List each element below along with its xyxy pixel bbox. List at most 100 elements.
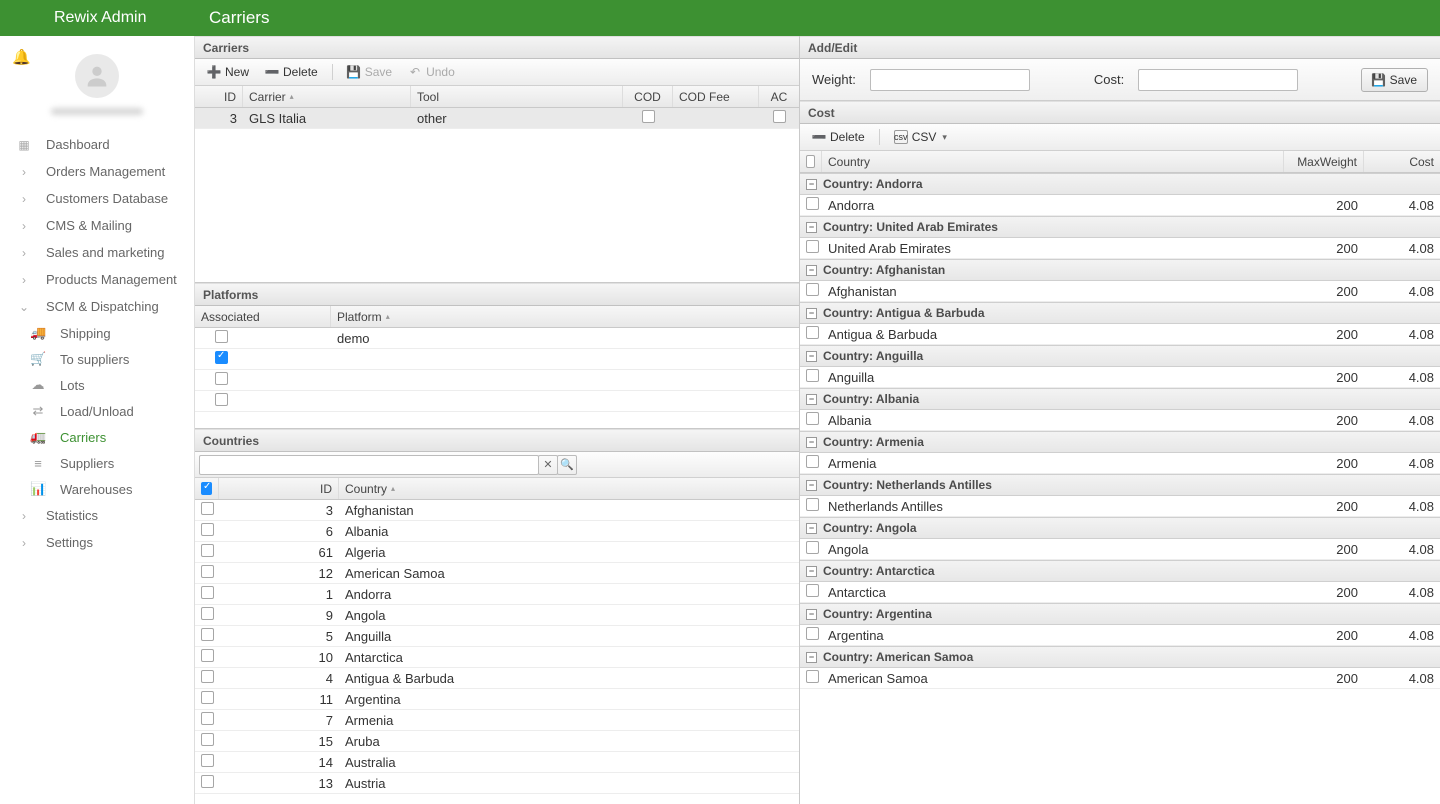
nav-subitem[interactable]: ☁Lots	[0, 372, 194, 398]
checkbox[interactable]	[201, 712, 214, 725]
nav-subitem[interactable]: 🛒To suppliers	[0, 346, 194, 372]
checkbox[interactable]	[201, 523, 214, 536]
checkbox[interactable]	[201, 775, 214, 788]
country-row[interactable]: 61 Algeria	[195, 542, 799, 563]
nav-item[interactable]: ⌄SCM & Dispatching	[0, 293, 194, 320]
nav-subitem[interactable]: 📊Warehouses	[0, 476, 194, 502]
checkbox[interactable]	[806, 455, 819, 468]
collapse-icon[interactable]: −	[806, 652, 817, 663]
countries-search-input[interactable]	[199, 455, 539, 475]
cost-group-header[interactable]: −Country: American Samoa	[800, 646, 1440, 668]
country-row[interactable]: 15 Aruba	[195, 731, 799, 752]
checkbox[interactable]	[806, 584, 819, 597]
country-row[interactable]: 9 Angola	[195, 605, 799, 626]
nav-item[interactable]: ›Customers Database	[0, 185, 194, 212]
cost-row[interactable]: Netherlands Antilles 200 4.08	[800, 496, 1440, 517]
csv-button[interactable]: csvCSV	[888, 128, 953, 146]
checkbox[interactable]	[806, 155, 815, 168]
checkbox[interactable]	[201, 628, 214, 641]
nav-item[interactable]: ›Settings	[0, 529, 194, 556]
col-ac[interactable]: AC	[759, 86, 799, 107]
collapse-icon[interactable]: −	[806, 308, 817, 319]
checkbox[interactable]	[806, 670, 819, 683]
col-check[interactable]	[800, 151, 822, 172]
delete-button[interactable]: ➖Delete	[259, 63, 324, 81]
cost-row[interactable]: Anguilla 200 4.08	[800, 367, 1440, 388]
collapse-icon[interactable]: −	[806, 566, 817, 577]
collapse-icon[interactable]: −	[806, 265, 817, 276]
checkbox[interactable]	[806, 240, 819, 253]
collapse-icon[interactable]: −	[806, 523, 817, 534]
checkbox[interactable]	[201, 502, 214, 515]
platform-row[interactable]	[195, 349, 799, 370]
country-row[interactable]: 3 Afghanistan	[195, 500, 799, 521]
checkbox[interactable]	[806, 498, 819, 511]
collapse-icon[interactable]: −	[806, 179, 817, 190]
collapse-icon[interactable]: −	[806, 480, 817, 491]
col-cod[interactable]: COD	[623, 86, 673, 107]
cost-row[interactable]: Afghanistan 200 4.08	[800, 281, 1440, 302]
cost-group-header[interactable]: −Country: Andorra	[800, 173, 1440, 195]
cost-row[interactable]: Armenia 200 4.08	[800, 453, 1440, 474]
checkbox[interactable]	[806, 369, 819, 382]
weight-input[interactable]	[870, 69, 1030, 91]
country-row[interactable]: 4 Antigua & Barbuda	[195, 668, 799, 689]
checkbox[interactable]	[201, 565, 214, 578]
checkbox[interactable]	[215, 351, 228, 364]
col-tool[interactable]: Tool	[411, 86, 623, 107]
country-row[interactable]: 12 American Samoa	[195, 563, 799, 584]
checkbox[interactable]	[201, 691, 214, 704]
nav-subitem[interactable]: 🚚Shipping	[0, 320, 194, 346]
collapse-icon[interactable]: −	[806, 609, 817, 620]
col-cost[interactable]: Cost	[1364, 151, 1440, 172]
country-row[interactable]: 14 Australia	[195, 752, 799, 773]
checkbox[interactable]	[806, 541, 819, 554]
checkbox[interactable]	[806, 197, 819, 210]
cost-row[interactable]: United Arab Emirates 200 4.08	[800, 238, 1440, 259]
col-id[interactable]: ID	[219, 478, 339, 499]
checkbox[interactable]	[201, 649, 214, 662]
col-id[interactable]: ID	[195, 86, 243, 107]
search-icon[interactable]: 🔍	[557, 455, 577, 475]
nav-item[interactable]: ›Statistics	[0, 502, 194, 529]
col-associated[interactable]: Associated	[195, 306, 331, 327]
nav-item[interactable]: ›Sales and marketing	[0, 239, 194, 266]
cost-group-header[interactable]: −Country: Netherlands Antilles	[800, 474, 1440, 496]
checkbox[interactable]	[773, 110, 786, 123]
col-carrier[interactable]: Carrier	[243, 86, 411, 107]
addedit-save-button[interactable]: 💾Save	[1361, 68, 1428, 92]
checkbox[interactable]	[215, 393, 228, 406]
cost-group-header[interactable]: −Country: Armenia	[800, 431, 1440, 453]
country-row[interactable]: 7 Armenia	[195, 710, 799, 731]
checkbox[interactable]	[201, 733, 214, 746]
col-check[interactable]	[195, 478, 219, 499]
country-row[interactable]: 11 Argentina	[195, 689, 799, 710]
col-platform[interactable]: Platform	[331, 306, 799, 327]
col-country[interactable]: Country	[339, 478, 799, 499]
cost-group-header[interactable]: −Country: Antarctica	[800, 560, 1440, 582]
country-row[interactable]: 5 Anguilla	[195, 626, 799, 647]
cost-group-header[interactable]: −Country: Antigua & Barbuda	[800, 302, 1440, 324]
cost-row[interactable]: Argentina 200 4.08	[800, 625, 1440, 646]
collapse-icon[interactable]: −	[806, 222, 817, 233]
checkbox[interactable]	[201, 670, 214, 683]
cost-row[interactable]: Angola 200 4.08	[800, 539, 1440, 560]
nav-item[interactable]: ›Products Management	[0, 266, 194, 293]
nav-item[interactable]: ›CMS & Mailing	[0, 212, 194, 239]
country-row[interactable]: 6 Albania	[195, 521, 799, 542]
cost-row[interactable]: Andorra 200 4.08	[800, 195, 1440, 216]
checkbox[interactable]	[642, 110, 655, 123]
platform-row[interactable]: demo	[195, 328, 799, 349]
country-row[interactable]: 10 Antarctica	[195, 647, 799, 668]
checkbox[interactable]	[806, 412, 819, 425]
bell-icon[interactable]: 🔔	[12, 48, 31, 66]
nav-subitem[interactable]: ⇄Load/Unload	[0, 398, 194, 424]
nav-item[interactable]: ▦Dashboard	[0, 131, 194, 158]
col-codfee[interactable]: COD Fee	[673, 86, 759, 107]
cost-group-header[interactable]: −Country: United Arab Emirates	[800, 216, 1440, 238]
cost-group-header[interactable]: −Country: Afghanistan	[800, 259, 1440, 281]
avatar[interactable]	[75, 54, 119, 98]
checkbox[interactable]	[201, 607, 214, 620]
country-row[interactable]: 13 Austria	[195, 773, 799, 794]
checkbox[interactable]	[215, 330, 228, 343]
